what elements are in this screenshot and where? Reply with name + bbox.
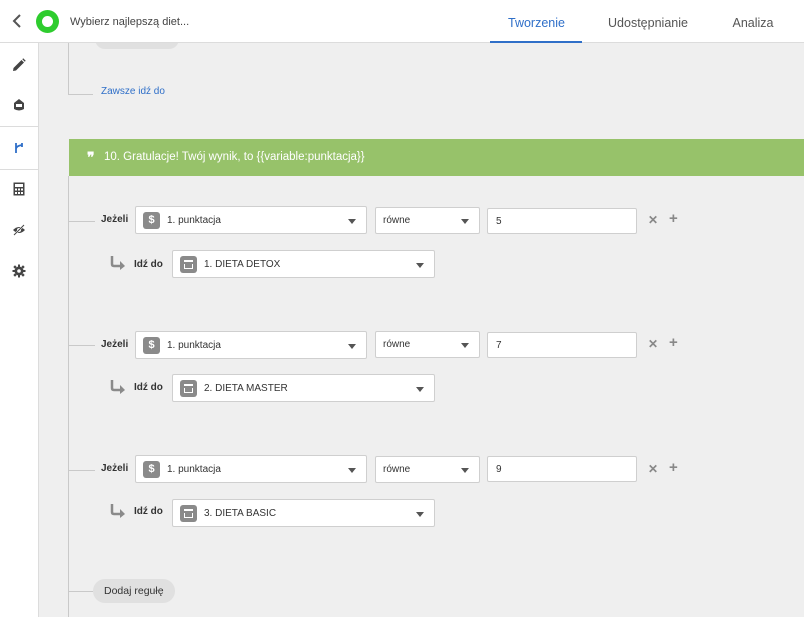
chevron-down-icon: [348, 468, 356, 473]
branch-icon: [15, 143, 23, 153]
add-condition-icon[interactable]: +: [669, 335, 678, 350]
goto-arrow-icon: [110, 504, 125, 518]
if-label: Jeżeli: [101, 214, 129, 225]
add-rule-button[interactable]: Dodaj regułę: [93, 579, 175, 603]
chevron-down-icon: [461, 343, 469, 348]
sidebar-item-settings[interactable]: [0, 251, 38, 291]
goto-arrow-icon: [110, 256, 125, 270]
connector-line: [69, 591, 93, 592]
goto-label: Idź do: [134, 506, 163, 517]
connector-line: [69, 345, 95, 346]
sidebar-item-logic[interactable]: [0, 128, 38, 168]
goto-select[interactable]: 1. DIETA DETOX: [172, 250, 435, 278]
previous-rule-pill[interactable]: [95, 43, 179, 49]
goto-select[interactable]: 2. DIETA MASTER: [172, 374, 435, 402]
goto-arrow-icon: [110, 380, 125, 394]
connector-line: [68, 94, 93, 95]
connector-line: [68, 176, 69, 617]
logic-canvas: Zawsze idź do ❞ 10. Gratulacje! Twój wyn…: [39, 43, 804, 617]
operator-select[interactable]: równe: [375, 207, 480, 234]
left-sidebar: [0, 43, 39, 617]
goto-select[interactable]: 3. DIETA BASIC: [172, 499, 435, 527]
operator-select[interactable]: równe: [375, 456, 480, 483]
tab-analiza[interactable]: Analiza: [714, 0, 804, 43]
top-bar: Wybierz najlepszą diet... Tworzenie Udos…: [0, 0, 804, 43]
form-title: Wybierz najlepszą diet...: [70, 16, 190, 28]
top-tabs: Tworzenie Udostępnianie Analiza: [490, 0, 804, 43]
connector-line: [69, 470, 95, 471]
remove-condition-icon[interactable]: ✕: [648, 462, 658, 476]
add-condition-icon[interactable]: +: [669, 211, 678, 226]
if-label: Jeżeli: [101, 339, 129, 350]
tab-tworzenie[interactable]: Tworzenie: [490, 0, 582, 43]
add-condition-icon[interactable]: +: [669, 460, 678, 475]
quote-icon: ❞: [87, 149, 95, 165]
value-input[interactable]: 9: [487, 456, 637, 482]
back-chevron-icon[interactable]: [9, 12, 27, 30]
value-input[interactable]: 5: [487, 208, 637, 234]
chevron-down-icon: [416, 387, 424, 392]
chevron-down-icon: [416, 512, 424, 517]
if-label: Jeżeli: [101, 463, 129, 474]
variable-select[interactable]: $ 1. punktacja: [135, 331, 367, 359]
goto-label: Idź do: [134, 382, 163, 393]
operator-select[interactable]: równe: [375, 331, 480, 358]
chevron-down-icon: [461, 468, 469, 473]
variable-select[interactable]: $ 1. punktacja: [135, 455, 367, 483]
sidebar-item-preview[interactable]: [0, 210, 38, 250]
pencil-icon: [13, 58, 26, 71]
question-header: ❞ 10. Gratulacje! Twój wynik, to {{varia…: [69, 139, 804, 176]
dollar-icon: $: [143, 337, 160, 354]
question-title: 10. Gratulacje! Twój wynik, to {{variabl…: [104, 151, 365, 163]
dollar-icon: $: [143, 212, 160, 229]
connector-line: [68, 43, 69, 95]
paint-bucket-icon: [14, 99, 24, 111]
page-icon: [180, 505, 197, 522]
remove-condition-icon[interactable]: ✕: [648, 337, 658, 351]
sidebar-item-design[interactable]: [0, 85, 38, 125]
sidebar-item-edit[interactable]: [0, 45, 38, 85]
calculator-icon: [13, 182, 25, 196]
page-icon: [180, 380, 197, 397]
variable-select[interactable]: $ 1. punktacja: [135, 206, 367, 234]
connector-line: [69, 221, 95, 222]
chevron-down-icon: [348, 344, 356, 349]
always-goto-link[interactable]: Zawsze idź do: [101, 86, 165, 97]
page-icon: [180, 256, 197, 273]
sidebar-item-calculator[interactable]: [0, 169, 38, 209]
chevron-down-icon: [461, 219, 469, 224]
remove-condition-icon[interactable]: ✕: [648, 213, 658, 227]
chevron-down-icon: [416, 263, 424, 268]
sidebar-divider: [0, 126, 38, 127]
goto-label: Idź do: [134, 259, 163, 270]
value-input[interactable]: 7: [487, 332, 637, 358]
chevron-down-icon: [348, 219, 356, 224]
dollar-icon: $: [143, 461, 160, 478]
gear-icon: [12, 264, 26, 278]
eye-slash-icon: [13, 224, 25, 236]
tab-udostepnianie[interactable]: Udostępnianie: [582, 0, 714, 43]
app-logo: [36, 10, 59, 33]
